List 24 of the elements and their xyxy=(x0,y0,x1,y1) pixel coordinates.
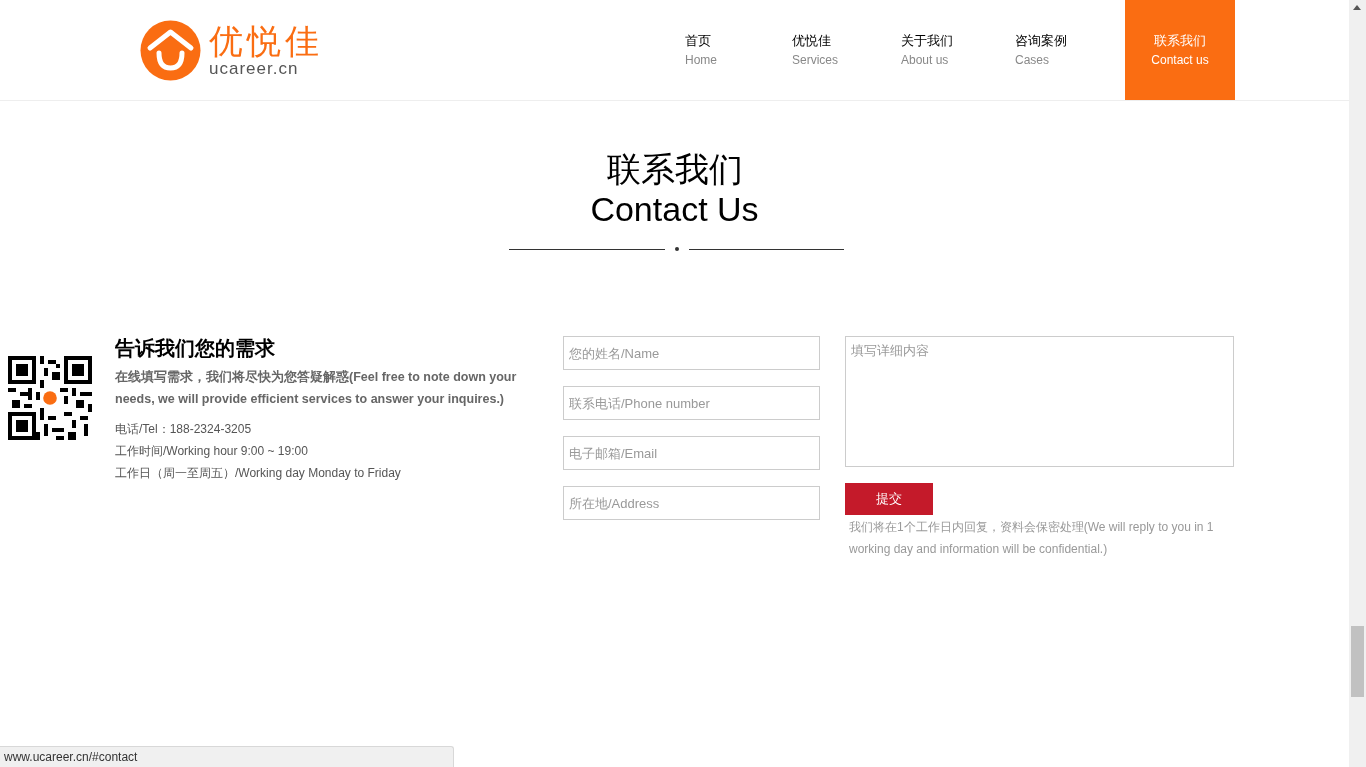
logo-name: 优悦佳 xyxy=(209,23,323,58)
contact-info-line: 工作时间/Working hour 9:00 ~ 19:00 xyxy=(115,443,309,460)
submit-button[interactable]: 提交 xyxy=(845,483,933,515)
contact-info-line: 电话/Tel：188-2324-3205 xyxy=(115,421,253,438)
logo-icon xyxy=(140,19,201,81)
input-field[interactable]: 所在地/Address xyxy=(563,486,820,520)
input-field[interactable]: 联系电话/Phone number xyxy=(563,386,820,420)
qr-code-icon xyxy=(8,356,92,440)
section-title: 联系我们 xyxy=(606,149,743,189)
reply-note: 我们将在1个工作日内回复，资料会保密处理(We will reply to you in 1 working day and information will be confidential.) xyxy=(849,519,1215,558)
status-bar-url: www.ucareer.cn/#contact xyxy=(0,746,454,767)
nav-tab[interactable]: 关于我们 About us xyxy=(901,0,1015,100)
info-intro: 在线填写需求，我们将尽快为您答疑解惑(Feel free to note down your needs, we will provide efficient services to answer your inquires.) xyxy=(115,369,518,408)
nav-tab[interactable]: 咨询案例 Cases xyxy=(1015,0,1103,100)
details-textarea[interactable]: 填写详细内容 xyxy=(845,336,1234,467)
nav-tab[interactable]: 首页 Home xyxy=(685,0,792,100)
logo-domain: ucareer.cn xyxy=(209,59,300,77)
input-field[interactable]: 您的姓名/Name xyxy=(563,336,820,370)
nav-tab[interactable]: 优悦佳 Services xyxy=(792,0,901,100)
scrollbar[interactable] xyxy=(1349,0,1366,767)
input-field[interactable]: 电子邮箱/Email xyxy=(563,436,820,470)
section-subtitle: Contact Us xyxy=(590,189,759,229)
contact-info-line: 工作日（周一至周五）/Working day Monday to Friday xyxy=(115,465,402,482)
info-heading: 告诉我们您的需求 xyxy=(115,336,276,360)
